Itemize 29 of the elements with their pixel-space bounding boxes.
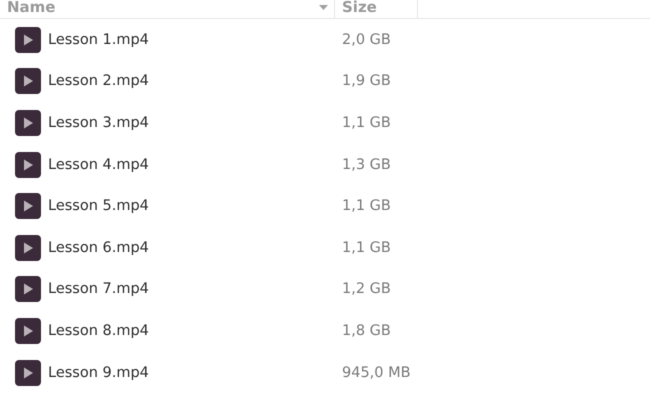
video-file-icon xyxy=(15,234,41,261)
file-size: 1,8 GB xyxy=(341,322,392,339)
file-name[interactable]: Lesson 3.mp4 xyxy=(48,114,149,131)
video-file-icon xyxy=(15,360,41,386)
video-file-icon xyxy=(15,110,41,136)
column-label: Size xyxy=(342,0,378,16)
video-file-icon xyxy=(15,318,41,344)
file-name[interactable]: Lesson 7.mp4 xyxy=(48,281,149,298)
video-file-icon xyxy=(15,152,41,178)
file-size: 1,1 GB xyxy=(341,240,392,256)
file-name[interactable]: Lesson 1.mp4 xyxy=(48,32,149,48)
video-file-icon xyxy=(15,68,41,94)
video-file-icon xyxy=(15,276,41,302)
file-name[interactable]: Lesson 6.mp4 xyxy=(48,240,149,256)
file-size: 1,1 GB xyxy=(341,114,392,131)
file-name[interactable]: Lesson 9.mp4 xyxy=(48,364,149,381)
file-name[interactable]: Lesson 4.mp4 xyxy=(48,156,149,173)
video-file-icon xyxy=(15,193,41,220)
file-size: 1,1 GB xyxy=(341,198,392,214)
file-name[interactable]: Lesson 2.mp4 xyxy=(48,73,149,90)
file-name[interactable]: Lesson 8.mp4 xyxy=(48,322,149,339)
file-size: 2,0 GB xyxy=(341,32,392,48)
column-label: Name xyxy=(7,0,56,16)
file-size: 1,2 GB xyxy=(341,281,392,298)
video-file-icon xyxy=(15,26,41,53)
file-size: 1,3 GB xyxy=(341,156,392,173)
file-size: 945,0 MB xyxy=(341,364,412,381)
file-name[interactable]: Lesson 5.mp4 xyxy=(48,198,149,214)
file-size: 1,9 GB xyxy=(341,73,392,90)
